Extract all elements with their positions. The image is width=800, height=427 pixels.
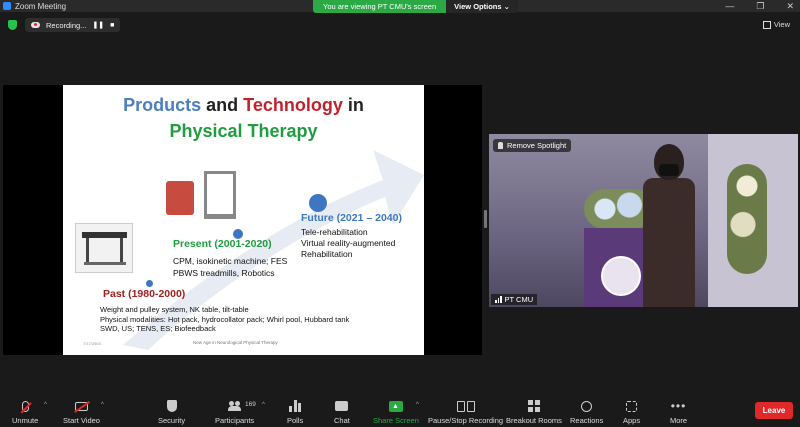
- participants-icon: [227, 401, 242, 411]
- video-off-icon: [74, 401, 88, 411]
- view-label: View: [773, 20, 790, 29]
- leave-meeting-button[interactable]: Leave: [755, 402, 793, 419]
- breakout-rooms-icon: [528, 400, 540, 412]
- future-list: Tele-rehabilitation Virtual reality-augm…: [301, 227, 396, 259]
- pause-stop-recording-button[interactable]: Pause/Stop Recording: [428, 399, 503, 425]
- start-video-button[interactable]: Start Video: [63, 399, 100, 425]
- security-button[interactable]: Security: [158, 399, 185, 425]
- isokinetic-machine-image: [164, 171, 244, 221]
- present-list: CPM, isokinetic machine; FES PBWS treadm…: [173, 256, 288, 278]
- present-heading: Present (2001-2020): [173, 238, 272, 250]
- past-heading: Past (1980-2000): [103, 288, 186, 300]
- tilt-table-image: [75, 223, 133, 273]
- participant-name-label: PT CMU: [491, 294, 538, 305]
- participants-count: 169: [245, 401, 256, 408]
- slide-date: 7/17/2563: [83, 341, 101, 346]
- zoom-app-icon: [3, 2, 11, 10]
- flower-arrangement-right: [727, 164, 767, 274]
- maximize-button[interactable]: ❐: [756, 0, 764, 12]
- connection-signal-icon: [495, 296, 502, 303]
- polls-icon: [289, 400, 302, 412]
- pin-icon: [498, 142, 503, 149]
- view-layout-button[interactable]: View: [762, 20, 790, 29]
- security-shield-icon: [166, 400, 177, 412]
- apps-icon: [626, 400, 638, 412]
- slide-title-line1: Products and Technology in: [123, 95, 364, 115]
- speaker-figure: [639, 144, 699, 307]
- slide-title-line2: Physical Therapy: [169, 121, 318, 141]
- chat-button[interactable]: Chat: [334, 399, 350, 425]
- university-seal: [601, 256, 641, 296]
- video-options-caret[interactable]: ^: [101, 402, 104, 408]
- stop-recording-icon[interactable]: ■: [110, 22, 114, 29]
- remove-spotlight-button[interactable]: Remove Spotlight: [493, 139, 572, 152]
- window-title: Zoom Meeting: [15, 1, 67, 11]
- share-options-caret[interactable]: ^: [416, 402, 419, 408]
- future-heading: Future (2021 – 2040): [301, 212, 402, 224]
- unmute-button[interactable]: Unmute: [12, 399, 38, 425]
- polls-button[interactable]: Polls: [287, 399, 303, 425]
- panel-resize-handle[interactable]: [484, 210, 487, 228]
- pause-recording-icon[interactable]: ❚❚: [92, 21, 104, 29]
- share-screen-icon: [388, 400, 403, 412]
- chat-bubble-icon: [335, 401, 349, 411]
- more-button[interactable]: ••• More: [670, 399, 687, 425]
- past-marker-dot: [146, 280, 153, 287]
- audio-options-caret[interactable]: ^: [44, 402, 47, 408]
- pause-stop-icon: [456, 400, 475, 412]
- meeting-info-shield-icon[interactable]: [8, 20, 17, 30]
- window-controls: — ❐ ✕: [725, 0, 794, 12]
- recording-cloud-icon: [31, 22, 40, 28]
- grid-view-icon: [762, 20, 771, 29]
- slide-footer: New Age in Neurological Physical Therapy: [193, 340, 278, 345]
- minimize-button[interactable]: —: [725, 0, 734, 12]
- share-screen-button[interactable]: Share Screen: [373, 399, 419, 425]
- shared-screen[interactable]: Products and Technology in Physical Ther…: [3, 85, 482, 355]
- recording-indicator: Recording... ❚❚ ■: [25, 18, 121, 32]
- apps-button[interactable]: Apps: [623, 399, 640, 425]
- recording-label: Recording...: [46, 20, 87, 30]
- close-button[interactable]: ✕: [786, 0, 794, 12]
- muted-microphone-icon: [21, 400, 29, 412]
- meeting-toolbar: Unmute ^ Start Video ^ Security Particip…: [0, 393, 800, 427]
- meeting-top-row: Recording... ❚❚ ■ View: [0, 12, 800, 38]
- breakout-rooms-button[interactable]: Breakout Rooms: [506, 399, 562, 425]
- future-marker-dot: [309, 194, 327, 212]
- more-dots-icon: •••: [670, 399, 687, 413]
- past-list: Weight and pulley system, NK table, tilt…: [100, 305, 350, 333]
- participants-options-caret[interactable]: ^: [262, 402, 265, 408]
- reactions-button[interactable]: Reactions: [570, 399, 603, 425]
- participant-video-tile[interactable]: Remove Spotlight PT CMU: [489, 134, 798, 307]
- presentation-slide: Products and Technology in Physical Ther…: [63, 85, 424, 355]
- reactions-emoji-icon: [581, 400, 593, 412]
